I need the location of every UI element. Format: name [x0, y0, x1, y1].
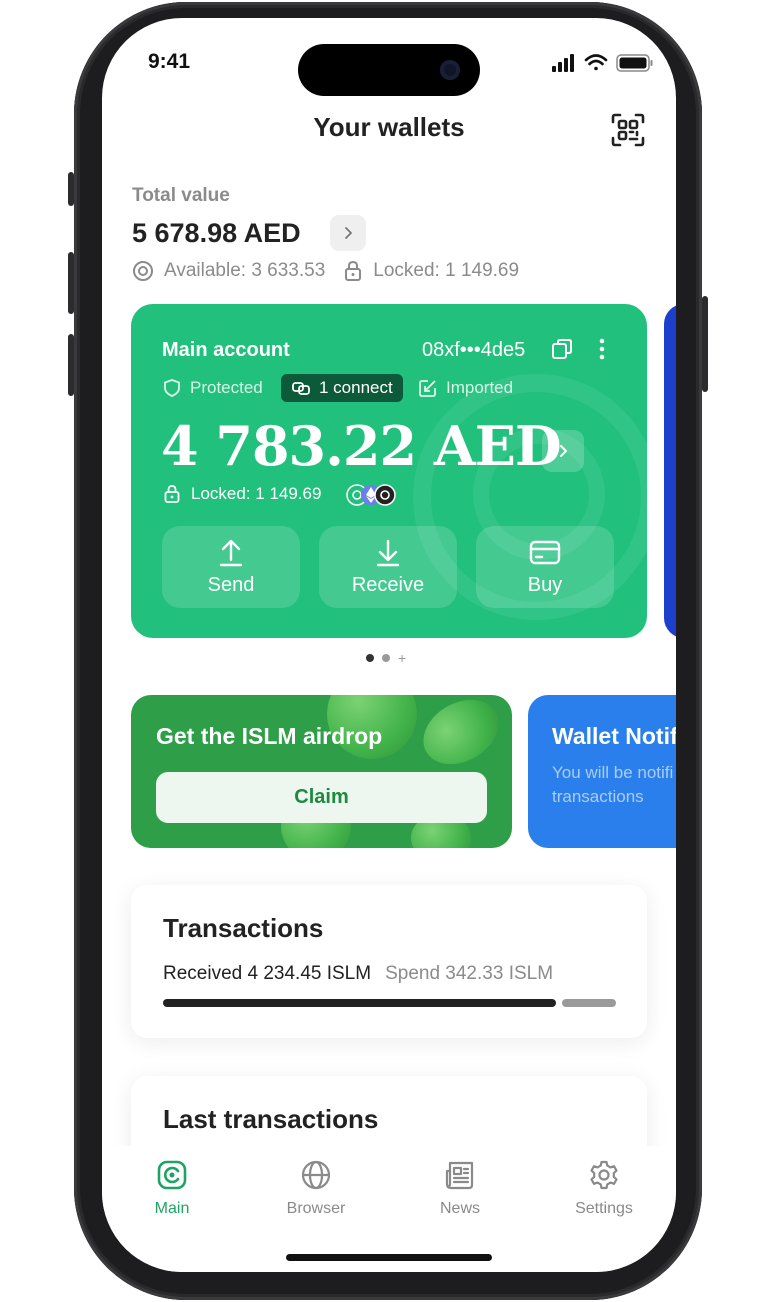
tab-main-label: Main [154, 1200, 190, 1217]
status-icons [550, 52, 654, 74]
dynamic-island [298, 44, 480, 96]
notifications-title: Wallet Notif [552, 723, 676, 749]
qr-scan-icon [611, 113, 645, 147]
received-amount: Received 4 234.45 ISLM [163, 963, 372, 984]
card-pager[interactable]: + [366, 651, 426, 665]
volume-up-button [68, 252, 74, 314]
wallet-locked: Locked: 1 149.69 [163, 484, 321, 504]
gear-icon [590, 1160, 618, 1190]
available-amount: Available: 3 633.53 [164, 260, 326, 281]
airdrop-title: Get the ISLM airdrop [156, 723, 383, 749]
qr-scan-button[interactable] [610, 112, 646, 148]
token-icons [345, 483, 401, 507]
import-icon [419, 380, 436, 397]
download-arrow-icon [376, 539, 400, 567]
airdrop-banner[interactable]: Get the ISLM airdrop Claim [131, 695, 512, 848]
more-vertical-icon [599, 338, 605, 360]
available-icon [133, 261, 153, 281]
globe-icon [301, 1160, 331, 1190]
wallet-locked-amount: Locked: 1 149.69 [191, 484, 322, 503]
camera-icon [440, 60, 460, 80]
receive-button[interactable]: Receive [319, 526, 457, 608]
tab-settings-label: Settings [575, 1200, 633, 1217]
buy-label: Buy [527, 574, 563, 596]
shield-icon [164, 379, 180, 397]
total-value-amount: 5 678.98 AED [132, 218, 301, 248]
notifications-banner[interactable]: Wallet Notif You will be notifi transact… [528, 695, 676, 848]
copy-icon [552, 339, 572, 359]
receive-label: Receive [351, 574, 425, 596]
wallet-more-button[interactable] [593, 338, 611, 360]
wallet-card-next[interactable] [664, 304, 676, 638]
tab-browser-label: Browser [286, 1200, 346, 1217]
home-indicator [286, 1254, 492, 1261]
tag-imported: Imported [418, 374, 513, 402]
chevron-right-icon [560, 445, 567, 457]
lock-icon [345, 260, 362, 281]
total-value-label: Total value [132, 185, 230, 206]
power-button [702, 296, 708, 392]
transactions-title: Transactions [163, 913, 324, 943]
tag-connect-label: 1 connect [319, 378, 393, 397]
copy-address-button[interactable] [551, 338, 573, 360]
buy-button[interactable]: Buy [476, 526, 614, 608]
newspaper-icon [445, 1161, 474, 1190]
page-title: Your wallets [313, 112, 465, 142]
token-icon [374, 484, 396, 506]
card-icon [529, 540, 561, 565]
claim-button[interactable]: Claim [156, 772, 487, 823]
pager-dot[interactable] [382, 654, 390, 662]
spend-amount: Spend 342.33 ISLM [385, 963, 554, 984]
received-progress-bar [163, 999, 556, 1007]
wifi-icon [584, 54, 608, 71]
pager-dot-active[interactable] [366, 654, 374, 662]
locked-amount: Locked: 1 149.69 [373, 260, 520, 281]
total-details-button[interactable] [330, 215, 366, 251]
tag-imported-label: Imported [446, 378, 514, 397]
transactions-summary: Received 4 234.45 ISLM Spend 342.33 ISLM [163, 963, 553, 985]
lock-icon [164, 485, 180, 503]
tag-protected: Protected [162, 374, 263, 402]
signal-icon [552, 54, 574, 72]
wallet-address: 08xf•••4de5 [422, 339, 526, 361]
tag-protected-label: Protected [190, 378, 263, 397]
battery-icon [616, 54, 653, 72]
chevron-right-icon [345, 227, 352, 239]
action-button [68, 172, 74, 206]
coin-illustration [411, 695, 511, 778]
wallet-details-button[interactable] [542, 430, 584, 472]
last-transactions-title: Last transactions [163, 1104, 379, 1134]
link-icon [292, 382, 310, 395]
notifications-text-line: You will be notifi [552, 763, 674, 782]
tab-browser[interactable]: Browser [261, 1158, 371, 1218]
add-wallet-icon[interactable]: + [398, 651, 406, 665]
tab-main[interactable]: Main [117, 1158, 227, 1218]
status-time: 9:41 [148, 50, 191, 73]
notifications-text: You will be notifi transactions [552, 761, 673, 809]
balance-breakdown: Available: 3 633.53 Locked: 1 149.69 [132, 260, 519, 282]
wallet-balance: 4 783.22 AED [161, 414, 562, 478]
tag-connect[interactable]: 1 connect [281, 374, 403, 402]
wallet-name: Main account [162, 339, 290, 361]
send-button[interactable]: Send [162, 526, 300, 608]
wallet-card-main[interactable]: Main account 08xf•••4de5 Protected 1 con… [131, 304, 647, 638]
tab-settings[interactable]: Settings [549, 1158, 659, 1218]
tab-news-label: News [439, 1200, 480, 1217]
spend-progress-bar [562, 999, 616, 1007]
main-logo-icon [157, 1160, 187, 1190]
send-label: Send [207, 574, 255, 596]
volume-down-button [68, 334, 74, 396]
notifications-text-line: transactions [552, 787, 644, 806]
upload-arrow-icon [219, 539, 243, 567]
tab-news[interactable]: News [405, 1158, 515, 1218]
screen: 9:41 Your wallets Total value 5 678.98 A… [102, 18, 676, 1272]
transactions-card[interactable]: Transactions Received 4 234.45 ISLM Spend… [131, 885, 647, 1038]
